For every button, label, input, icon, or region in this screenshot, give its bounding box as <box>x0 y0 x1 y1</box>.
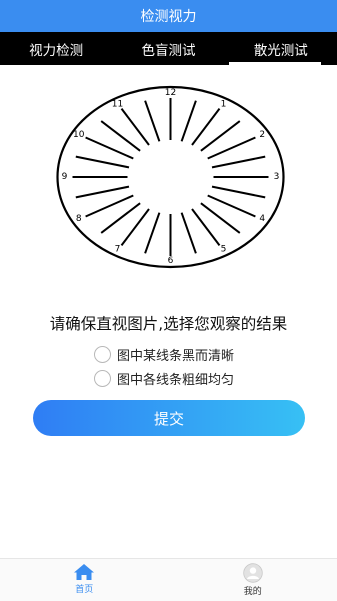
dial-line <box>76 187 129 198</box>
option-label: 图中各线条粗细均匀 <box>117 369 234 388</box>
dial-lines <box>73 98 269 256</box>
submit-label: 提交 <box>154 408 184 429</box>
tab-label: 色盲测试 <box>141 39 195 59</box>
dial-line <box>212 157 265 168</box>
dial-hour-label: 1 <box>221 99 227 109</box>
tab-label: 散光测试 <box>254 39 308 59</box>
tab-bar: 视力检测 色盲测试 散光测试 <box>0 32 337 65</box>
option-lines-even[interactable]: 图中各线条粗细均匀 <box>94 367 234 389</box>
dial-hour-label: 2 <box>259 130 265 140</box>
tab-astigmatism-test[interactable]: 散光测试 <box>225 32 337 65</box>
dial-hour-label: 7 <box>115 245 121 255</box>
dial-hour-label: 5 <box>221 245 227 255</box>
instruction-text: 请确保直视图片,选择您观察的结果 <box>0 312 337 334</box>
dial-line <box>145 101 159 142</box>
page-title: 检测视力 <box>141 6 197 26</box>
dial-hour-label: 3 <box>274 172 280 182</box>
dial-hour-label: 6 <box>168 256 174 266</box>
nav-home[interactable]: 首页 <box>0 559 169 601</box>
dial-line <box>182 101 196 142</box>
home-icon <box>73 563 95 581</box>
dial-hour-label: 10 <box>73 130 85 140</box>
dial-hour-label: 4 <box>259 214 265 224</box>
nav-label: 我的 <box>244 584 262 597</box>
tab-vision-test[interactable]: 视力检测 <box>0 32 112 65</box>
tab-color-blind-test[interactable]: 色盲测试 <box>112 32 224 65</box>
dial-line <box>76 157 129 168</box>
dial-hour-label: 8 <box>76 214 82 224</box>
option-lines-dark-clear[interactable]: 图中某线条黑而清晰 <box>94 343 234 365</box>
dial-hour-label: 11 <box>112 99 123 109</box>
user-icon <box>243 563 263 583</box>
nav-mine[interactable]: 我的 <box>169 559 337 601</box>
bottom-navigation: 首页 我的 <box>0 558 337 601</box>
radio-button[interactable] <box>94 346 111 363</box>
app-title-bar: 检测视力 <box>0 0 337 32</box>
astigmatism-dial: 121234567891011 <box>52 82 289 272</box>
nav-label: 首页 <box>75 582 93 595</box>
submit-button[interactable]: 提交 <box>33 400 305 436</box>
radio-button[interactable] <box>94 370 111 387</box>
dial-line <box>212 187 265 198</box>
tab-label: 视力检测 <box>29 39 83 59</box>
dial-line <box>145 213 159 254</box>
dial-hour-label: 12 <box>165 88 176 98</box>
dial-hour-label: 9 <box>62 172 68 182</box>
dial-line <box>182 213 196 254</box>
option-label: 图中某线条黑而清晰 <box>117 345 234 364</box>
